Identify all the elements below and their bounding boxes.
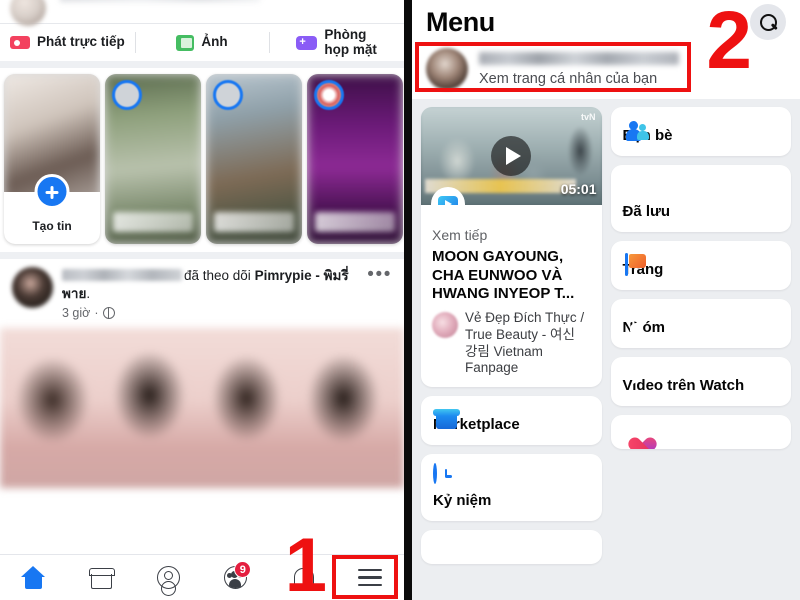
menu-item-marketplace[interactable]: Marketplace	[421, 396, 602, 446]
story-card[interactable]	[206, 74, 302, 244]
menu-item-pages[interactable]: Trang	[610, 241, 791, 290]
menu-item-saved[interactable]: Đã lưu	[610, 165, 791, 232]
video-thumbnail[interactable]: tvN 05:01	[421, 107, 602, 205]
suggested-video-card[interactable]: tvN 05:01 Xem tiếp MOON GAYOUNG, CHA EUN…	[421, 107, 602, 388]
menu-item-label: Video trên Watch	[622, 377, 745, 394]
room-button[interactable]: Phòng họp mặt	[269, 24, 404, 61]
left-phone-feed-screen: Phát trực tiếp Ảnh Phòng họp mặt Tạo tin	[0, 0, 404, 600]
post-author-name[interactable]	[62, 269, 182, 281]
story-author-name	[315, 212, 395, 232]
video-room-icon	[296, 35, 318, 50]
composer-placeholder	[60, 0, 260, 2]
room-label: Phòng họp mặt	[324, 28, 377, 56]
step-marker-1: 1	[284, 523, 327, 600]
video-page-row[interactable]: Vẻ Đẹp Đích Thực / True Beauty - 여신 강림 V…	[432, 310, 591, 378]
video-page-name: Vẻ Đẹp Đích Thực / True Beauty - 여신 강림 V…	[465, 309, 585, 376]
screenshot-root: Phát trực tiếp Ảnh Phòng họp mặt Tạo tin	[0, 0, 800, 600]
more-options-icon[interactable]: •••	[367, 265, 392, 320]
create-story-footer: Tạo tin	[4, 174, 100, 244]
memories-clock-icon	[433, 463, 437, 485]
story-avatar-ring-icon	[213, 80, 243, 110]
photo-icon	[176, 34, 195, 51]
menu-item-groups[interactable]: Nhóm	[610, 299, 791, 348]
create-story-card[interactable]: Tạo tin	[4, 74, 100, 244]
watch-icon	[438, 196, 458, 205]
create-story-label: Tạo tin	[32, 219, 72, 233]
post-timestamp-row: 3 giờ ·	[62, 306, 358, 320]
nav-item-marketplace[interactable]	[67, 555, 134, 600]
menu-column-right: Bạn bè Đã lưu Trang Nhóm Video trên Watc	[610, 107, 791, 564]
video-kicker: Xem tiếp	[432, 227, 488, 243]
nav-item-profile[interactable]	[135, 555, 202, 600]
video-title[interactable]: MOON GAYOUNG, CHA EUNWOO VÀ HWANG INYEOP…	[432, 248, 591, 304]
plus-icon	[34, 174, 70, 209]
step-marker-2: 2	[706, 0, 752, 86]
menu-item-dating[interactable]	[610, 415, 791, 449]
menu-column-left: tvN 05:01 Xem tiếp MOON GAYOUNG, CHA EUN…	[421, 107, 602, 565]
menu-item-label: Nhóm	[622, 319, 666, 336]
menu-item-label: Đã lưu	[622, 203, 671, 220]
photo-label: Ảnh	[201, 34, 228, 50]
story-author-name	[214, 212, 294, 232]
page-avatar	[432, 311, 458, 338]
menu-grid: tvN 05:01 Xem tiếp MOON GAYOUNG, CHA EUN…	[412, 99, 800, 565]
menu-item-label: Trang	[622, 261, 664, 278]
menu-highlight-box	[332, 555, 398, 599]
composer-row[interactable]	[0, 0, 404, 26]
menu-item-watch[interactable]: Video trên Watch	[610, 357, 791, 406]
story-avatar-ring-icon	[112, 80, 142, 110]
room-label-line1: Phòng	[324, 27, 367, 43]
user-avatar	[10, 0, 46, 26]
photo-button[interactable]: Ảnh	[134, 24, 270, 61]
notification-badge: 9	[234, 561, 252, 578]
search-icon	[759, 13, 777, 31]
profile-highlight-box	[415, 42, 691, 92]
room-label-line2: họp mặt	[324, 41, 377, 57]
marketplace-icon	[88, 567, 115, 589]
stories-tray[interactable]: Tạo tin	[0, 68, 404, 259]
person-icon	[156, 566, 180, 596]
nav-item-groups[interactable]: 9	[202, 555, 269, 600]
story-author-name	[113, 212, 193, 232]
avatar[interactable]	[12, 267, 53, 308]
nav-item-home[interactable]	[0, 555, 67, 600]
home-icon	[21, 566, 46, 589]
bottom-navigation-bar: 9	[0, 554, 404, 600]
post-meta: đã theo dõi Pimrypie - พิมรี่พาย. 3 giờ …	[62, 267, 358, 320]
post-trailing: .	[86, 286, 91, 301]
story-card[interactable]	[105, 74, 201, 244]
post-photo[interactable]	[0, 328, 404, 488]
menu-item-events[interactable]	[421, 530, 602, 565]
globe-icon	[102, 306, 115, 319]
play-icon[interactable]	[491, 136, 532, 176]
post-timestamp: 3 giờ	[62, 306, 91, 320]
channel-watermark: tvN	[580, 112, 596, 122]
menu-item-label: Kỷ niệm	[433, 492, 492, 510]
post-action-text: đã theo dõi	[184, 268, 251, 283]
page-title: Menu	[426, 6, 495, 37]
post-headline: đã theo dõi Pimrypie - พิมรี่พาย.	[62, 267, 358, 303]
right-phone-menu-screen: Menu Xem trang cá nhân của bạn 2 tvN 05:…	[412, 0, 800, 600]
post-action-row: Phát trực tiếp Ảnh Phòng họp mặt	[0, 24, 404, 68]
story-card[interactable]	[307, 74, 403, 244]
separator-dot: ·	[94, 306, 99, 320]
story-avatar-ring-icon	[314, 80, 344, 110]
live-video-icon	[9, 36, 30, 49]
menu-item-friends[interactable]: Bạn bè	[610, 107, 791, 156]
video-duration: 05:01	[560, 181, 597, 197]
feed-post: đã theo dõi Pimrypie - พิมรี่พาย. 3 giờ …	[0, 259, 404, 494]
search-button[interactable]	[750, 4, 786, 40]
video-card-body: Xem tiếp MOON GAYOUNG, CHA EUNWOO VÀ HWA…	[421, 205, 602, 377]
post-header: đã theo dõi Pimrypie - พิมรี่พาย. 3 giờ …	[12, 265, 392, 320]
menu-item-memories[interactable]: Kỷ niệm	[421, 454, 602, 522]
live-video-button[interactable]: Phát trực tiếp	[0, 24, 135, 61]
panel-divider	[404, 0, 412, 600]
live-video-label: Phát trực tiếp	[36, 34, 125, 50]
